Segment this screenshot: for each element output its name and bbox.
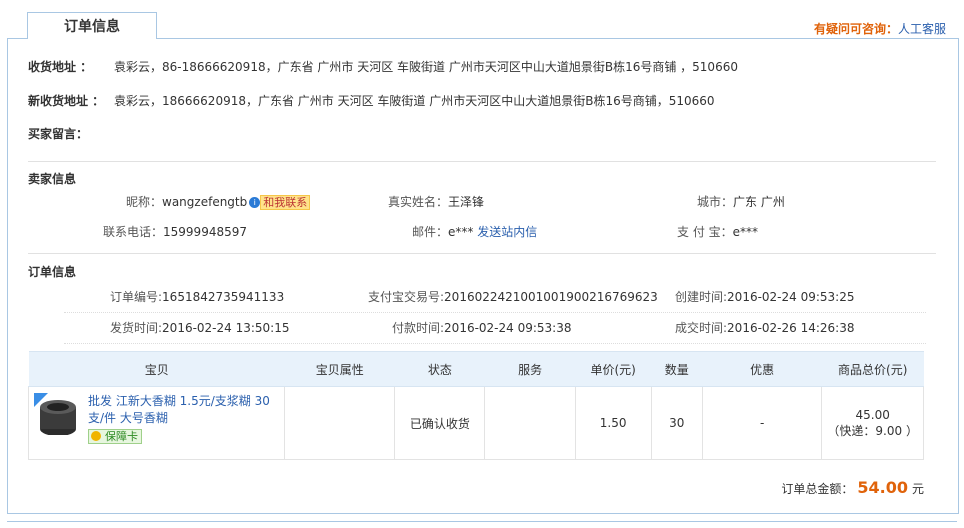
col-price: 单价(元): [575, 351, 652, 387]
done-time-value: 2016-02-26 14:26:38: [727, 321, 855, 335]
order-number: 订单编号:1651842735941133: [110, 288, 284, 305]
new-address-label: 新收货地址 ：: [28, 94, 105, 108]
col-item: 宝贝: [28, 351, 285, 387]
city-value: 广东 广州: [733, 195, 785, 209]
divider: [28, 161, 936, 162]
email-label: 邮件：: [412, 225, 449, 239]
seller-realname: 真实姓名：王泽锋: [388, 193, 484, 210]
shipped-time: 发货时间:2016-02-24 13:50:15: [110, 319, 290, 336]
item-shipping: （快递：9.00 ）: [827, 423, 918, 438]
order-number-value: 1651842735941133: [162, 290, 285, 304]
item-discount: -: [701, 386, 823, 460]
divider: [64, 312, 926, 313]
seller-city: 城市：广东 广州: [697, 193, 785, 210]
product-thumbnail[interactable]: [34, 393, 82, 441]
phone-label: 联系电话：: [103, 225, 164, 239]
help-area: 有疑问可咨询：人工客服: [814, 20, 946, 37]
seller-info-title: 卖家信息: [28, 172, 77, 186]
divider: [64, 343, 926, 344]
realname-value: 王泽锋: [448, 195, 485, 209]
created-time-value: 2016-02-24 09:53:25: [727, 290, 855, 304]
shipping-address-value: 袁彩云，86-18666620918，广东省 广州市 天河区 车陂街道 广州市天…: [114, 60, 738, 74]
product-name-link[interactable]: 批发 江新大香糊 1.5元/支浆糊 30支/件 大号香糊: [88, 393, 278, 427]
shipped-time-value: 2016-02-24 13:50:15: [162, 321, 290, 335]
buyer-message: 买家留言：: [28, 125, 114, 142]
phone-value: 15999948597: [163, 225, 247, 239]
order-number-label: 订单编号:: [110, 290, 163, 304]
seller-nick-label: 昵称：: [126, 195, 163, 209]
order-total: 订单总金额： 54.00 元: [781, 478, 924, 497]
realname-label: 真实姓名：: [388, 195, 449, 209]
alipay-value: e***: [732, 225, 759, 239]
help-question: 有疑问可咨询：: [813, 22, 898, 36]
order-total-amount: 54.00: [857, 478, 908, 497]
guarantee-card-badge[interactable]: 保障卡: [88, 429, 142, 444]
alipay-trade-label: 支付宝交易号:: [368, 290, 445, 304]
seller-phone: 联系电话：15999948597: [103, 223, 247, 240]
guarantee-label: 保障卡: [105, 430, 138, 443]
email-value: e***: [448, 225, 474, 239]
shipping-address: 收货地址 ： 袁彩云，86-18666620918，广东省 广州市 天河区 车陂街…: [28, 58, 738, 75]
alipay-trade-number: 支付宝交易号:2016022421001001900216769623: [368, 288, 658, 305]
buyer-message-label: 买家留言：: [28, 127, 89, 141]
alipay-trade-value: 2016022421001001900216769623: [444, 290, 658, 304]
tab-order-info[interactable]: 订单信息: [27, 12, 157, 39]
item-qty: 30: [650, 386, 703, 460]
city-label: 城市：: [697, 195, 734, 209]
shipping-address-label: 收货地址 ：: [28, 60, 93, 74]
info-icon: i: [249, 197, 261, 208]
created-time-label: 创建时间:: [675, 290, 728, 304]
item-attr: [284, 386, 396, 460]
paid-time: 付款时间:2016-02-24 09:53:38: [392, 319, 572, 336]
shipped-time-label: 发货时间:: [110, 321, 163, 335]
done-time-label: 成交时间:: [675, 321, 728, 335]
paid-time-value: 2016-02-24 09:53:38: [444, 321, 572, 335]
contact-me-button[interactable]: 和我联系: [260, 195, 311, 210]
item-price: 1.50: [574, 386, 652, 460]
col-attr: 宝贝属性: [284, 351, 395, 387]
seller-nick-value: wangzefengtb: [162, 195, 248, 209]
item-total: 45.00: [855, 407, 890, 422]
alipay-label: 支 付 宝：: [677, 225, 733, 239]
created-time: 创建时间:2016-02-24 09:53:25: [675, 288, 855, 305]
seller-nick: 昵称：wangzefengtb i 和我联系: [126, 193, 311, 210]
col-service: 服务: [484, 351, 576, 387]
col-total: 商品总价(元): [821, 351, 924, 387]
seller-email: 邮件：e*** 发送站内信: [412, 223, 537, 240]
col-qty: 数量: [651, 351, 703, 387]
item-status: 已确认收货: [394, 386, 486, 460]
order-info-title: 订单信息: [28, 265, 77, 279]
guarantee-icon: [91, 431, 101, 441]
customer-service-link[interactable]: 人工客服: [898, 22, 946, 36]
new-address-value: 袁彩云，18666620918，广东省 广州市 天河区 车陂街道 广州市天河区中…: [114, 94, 715, 108]
col-discount: 优惠: [702, 351, 822, 387]
item-service: [484, 386, 576, 460]
paid-time-label: 付款时间:: [392, 321, 445, 335]
table-header-row: 宝贝 宝贝属性 状态 服务 单价(元) 数量 优惠 商品总价(元): [28, 351, 924, 387]
order-total-label: 订单总金额：: [781, 482, 854, 496]
new-shipping-address: 新收货地址 ： 袁彩云，18666620918，广东省 广州市 天河区 车陂街道 …: [28, 92, 715, 109]
seller-alipay: 支 付 宝：e***: [677, 223, 758, 240]
col-status: 状态: [394, 351, 485, 387]
order-total-unit: 元: [911, 482, 924, 496]
send-message-link[interactable]: 发送站内信: [477, 225, 537, 239]
item-total-cell: 45.00 （快递：9.00 ）: [821, 386, 924, 460]
done-time: 成交时间:2016-02-26 14:26:38: [675, 319, 855, 336]
divider: [28, 253, 936, 254]
